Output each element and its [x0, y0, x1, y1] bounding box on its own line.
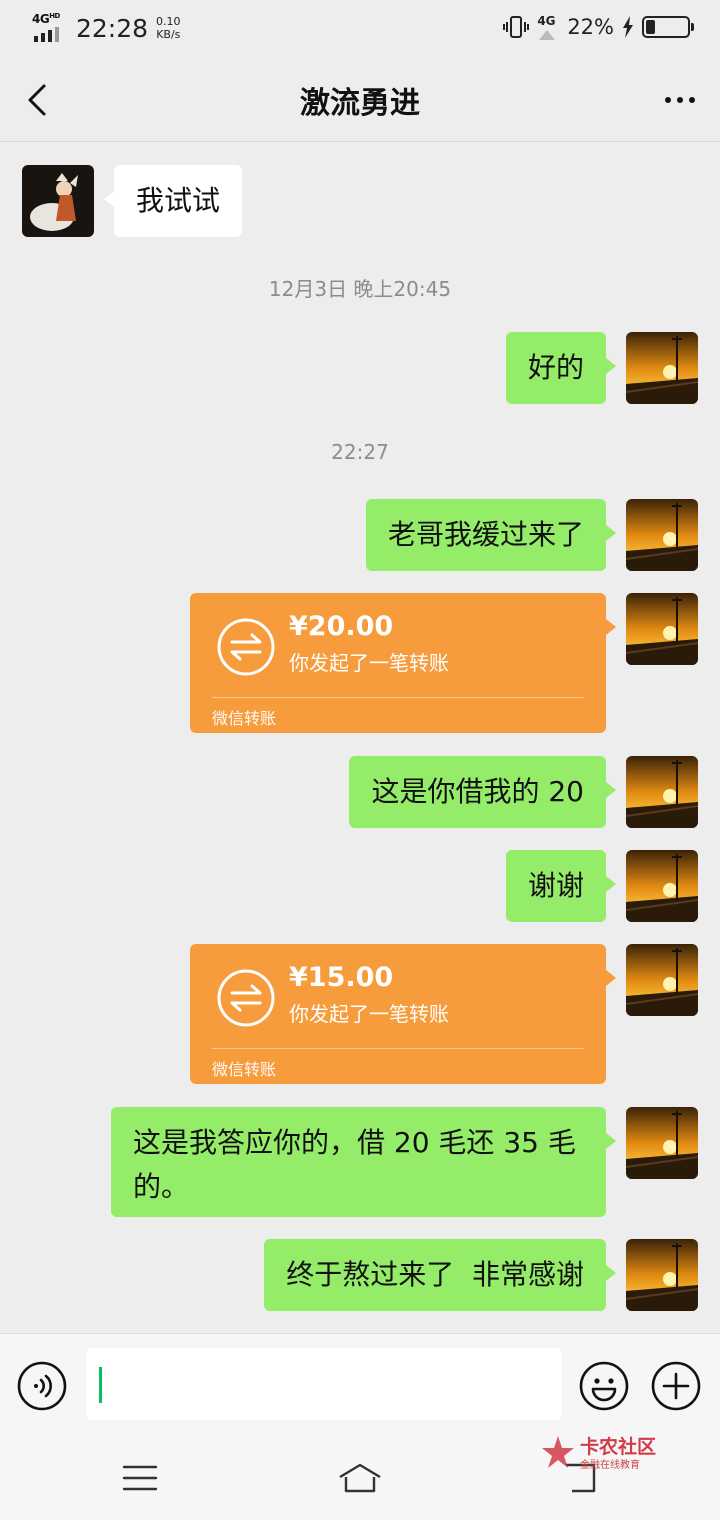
avatar[interactable] [626, 1239, 698, 1311]
emoji-icon[interactable] [578, 1360, 630, 1412]
more-dots-icon[interactable] [658, 82, 702, 118]
avatar[interactable] [626, 850, 698, 922]
message-bubble[interactable]: 谢谢 [505, 850, 617, 922]
avatar[interactable] [626, 593, 698, 665]
plus-icon[interactable] [650, 1360, 702, 1412]
network-4g-icon: 4G [537, 14, 559, 40]
divider [212, 697, 584, 698]
transfer-amount: ¥20.00 [289, 611, 394, 642]
avatar[interactable] [626, 756, 698, 828]
voice-icon[interactable] [16, 1360, 68, 1412]
transfer-icon [217, 969, 275, 1027]
input-bar [0, 1333, 720, 1437]
chat-header: 激流勇进 [0, 58, 720, 142]
transfer-icon [217, 618, 275, 676]
menu-icon[interactable] [116, 1457, 164, 1499]
avatar[interactable] [626, 944, 698, 1016]
message-bubble[interactable]: 老哥我缓过来了 [365, 499, 617, 571]
message-bubble[interactable]: 好的 [505, 332, 617, 404]
avatar[interactable] [626, 499, 698, 571]
message-bubble[interactable]: 这是我答应你的，借 20 毛还 35 毛的。 [111, 1107, 616, 1217]
battery-percent: 22% [567, 15, 614, 39]
status-bar: 4GHD 22:28 0.10 KB/s 4G 22% [0, 0, 720, 58]
cell-signal-icon: 4GHD [30, 12, 66, 42]
charging-icon [623, 16, 633, 38]
vibrate-icon [503, 16, 530, 38]
home-icon[interactable] [336, 1457, 384, 1499]
avatar[interactable] [22, 165, 94, 237]
timestamp: 12月3日 晚上20:45 [268, 277, 452, 301]
transfer-card[interactable]: ¥20.00 你发起了一笔转账 微信转账 [190, 593, 616, 733]
network-speed: 0.10 KB/s [156, 15, 181, 41]
message-input[interactable] [86, 1348, 562, 1420]
clock: 22:28 [76, 14, 149, 43]
text-caret [99, 1367, 102, 1403]
transfer-amount: ¥15.00 [289, 962, 394, 993]
avatar[interactable] [626, 1107, 698, 1179]
avatar[interactable] [626, 332, 698, 404]
timestamp: 22:27 [331, 440, 389, 464]
watermark-logo: 卡农社区 金融在线教育 [540, 1432, 670, 1472]
transfer-footer: 微信转账 [212, 1060, 277, 1079]
divider [212, 1048, 584, 1049]
transfer-desc: 你发起了一笔转账 [289, 651, 449, 675]
chat-area[interactable]: 我试试 12月3日 晚上20:45 好的 22:27 老哥我缓过来了 ¥20.0… [0, 143, 720, 1333]
battery-icon [642, 16, 694, 38]
message-bubble[interactable]: 我试试 [103, 165, 243, 237]
transfer-desc: 你发起了一笔转账 [289, 1002, 449, 1026]
transfer-footer: 微信转账 [212, 709, 277, 728]
message-bubble[interactable]: 这是你借我的 20 [349, 756, 616, 828]
page-title: 激流勇进 [300, 86, 420, 121]
transfer-card[interactable]: ¥15.00 你发起了一笔转账 微信转账 [190, 944, 616, 1084]
message-bubble[interactable]: 终于熬过来了 非常感谢 [264, 1239, 616, 1311]
